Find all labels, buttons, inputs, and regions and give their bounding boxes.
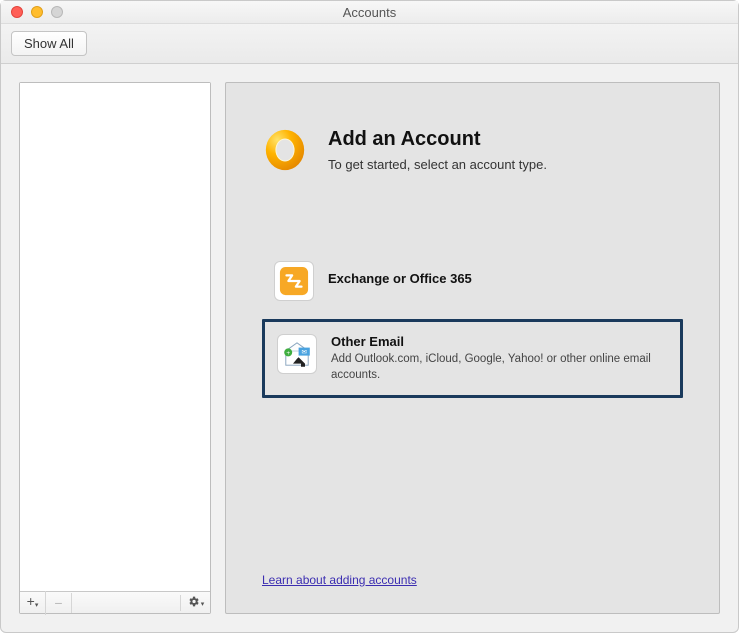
- hero: Add an Account To get started, select an…: [262, 127, 683, 173]
- svg-text:✉: ✉: [302, 349, 307, 356]
- other-email-text: Other Email Add Outlook.com, iCloud, Goo…: [331, 334, 661, 383]
- accounts-window: Accounts Show All +▾ − ▾: [0, 0, 739, 633]
- outlook-icon: [262, 127, 308, 173]
- other-email-desc: Add Outlook.com, iCloud, Google, Yahoo! …: [331, 352, 661, 383]
- content: +▾ − ▾: [1, 64, 738, 632]
- accounts-list[interactable]: [20, 83, 210, 591]
- exchange-title: Exchange or Office 365: [328, 271, 472, 286]
- exchange-text: Exchange or Office 365: [328, 261, 472, 289]
- other-email-title: Other Email: [331, 334, 661, 349]
- show-all-button[interactable]: Show All: [11, 31, 87, 56]
- exchange-icon: [274, 261, 314, 301]
- other-email-icon: ✉ +: [277, 334, 317, 374]
- titlebar: Accounts: [1, 1, 738, 24]
- toolbar: Show All: [1, 24, 738, 64]
- gear-icon: [187, 595, 200, 611]
- add-account-button[interactable]: +▾: [20, 591, 46, 615]
- minus-icon: −: [54, 595, 62, 611]
- svg-text:+: +: [286, 350, 290, 357]
- hero-title: Add an Account: [328, 128, 547, 151]
- settings-button[interactable]: ▾: [180, 595, 210, 611]
- remove-account-button: −: [46, 593, 72, 613]
- hero-subtitle: To get started, select an account type.: [328, 157, 547, 172]
- accounts-sidebar: +▾ − ▾: [19, 82, 211, 614]
- hero-text: Add an Account To get started, select an…: [328, 128, 547, 172]
- learn-link[interactable]: Learn about adding accounts: [262, 573, 683, 587]
- gear-caret-icon: ▾: [201, 600, 205, 608]
- option-exchange[interactable]: Exchange or Office 365: [262, 251, 683, 311]
- add-caret-icon: ▾: [35, 602, 39, 609]
- main-panel: Add an Account To get started, select an…: [225, 82, 720, 614]
- window-title: Accounts: [1, 5, 738, 20]
- option-other-email[interactable]: ✉ + Other Email Add Outlook.com, iCloud,…: [262, 319, 683, 398]
- sidebar-footer: +▾ − ▾: [20, 591, 210, 613]
- plus-icon: +: [27, 593, 35, 609]
